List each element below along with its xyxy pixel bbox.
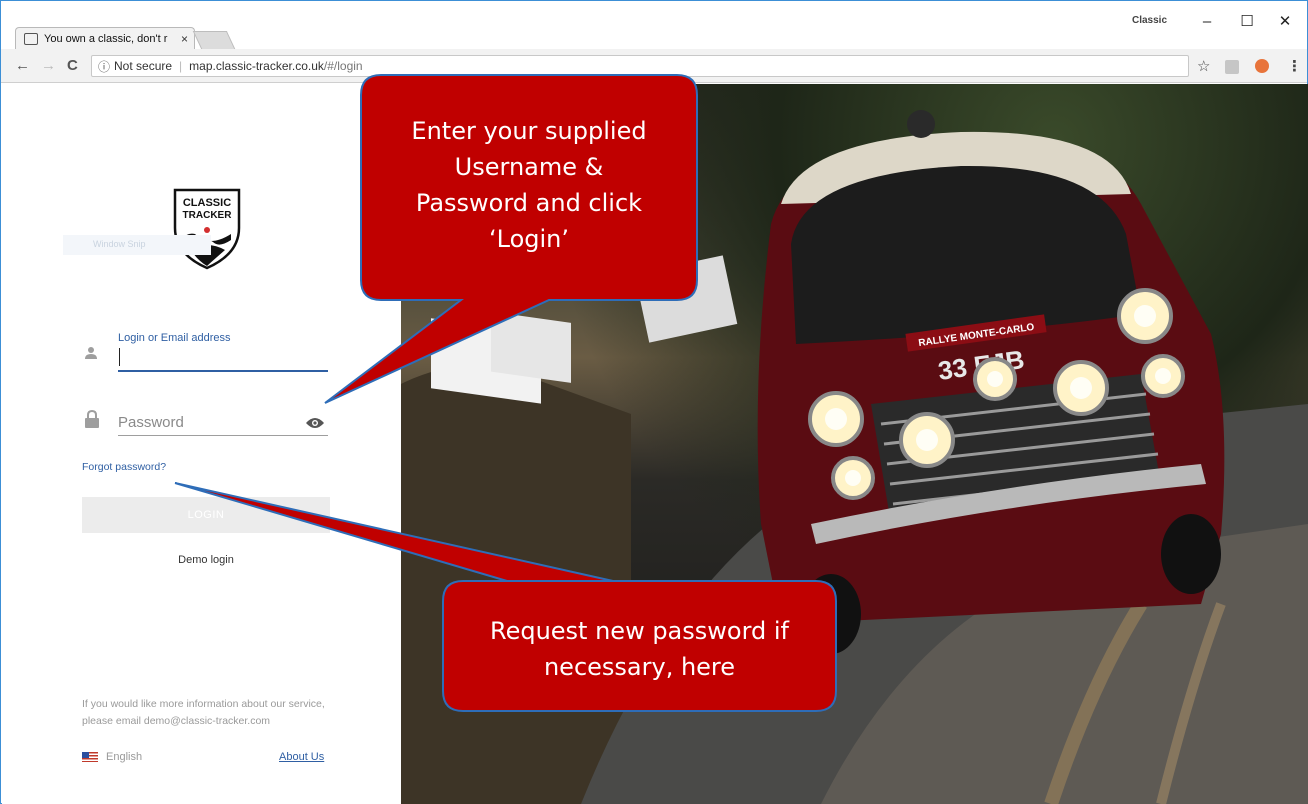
callout-login-line2: Username & bbox=[454, 153, 604, 181]
callout-forgot-text: Request new password if necessary, here bbox=[445, 613, 834, 685]
callout-login-line4: ‘Login’ bbox=[488, 225, 569, 253]
callout-login-text: Enter your supplied Username & Password … bbox=[363, 113, 695, 257]
callout-login-line1: Enter your supplied bbox=[411, 117, 647, 145]
callout-forgot-line1: Request new password if bbox=[489, 617, 790, 645]
callout-login-line3: Password and click bbox=[415, 189, 643, 217]
browser-window: You own a classic, don't r × Classic – ☐… bbox=[0, 0, 1308, 804]
callout-forgot-line2: necessary, here bbox=[543, 653, 736, 681]
